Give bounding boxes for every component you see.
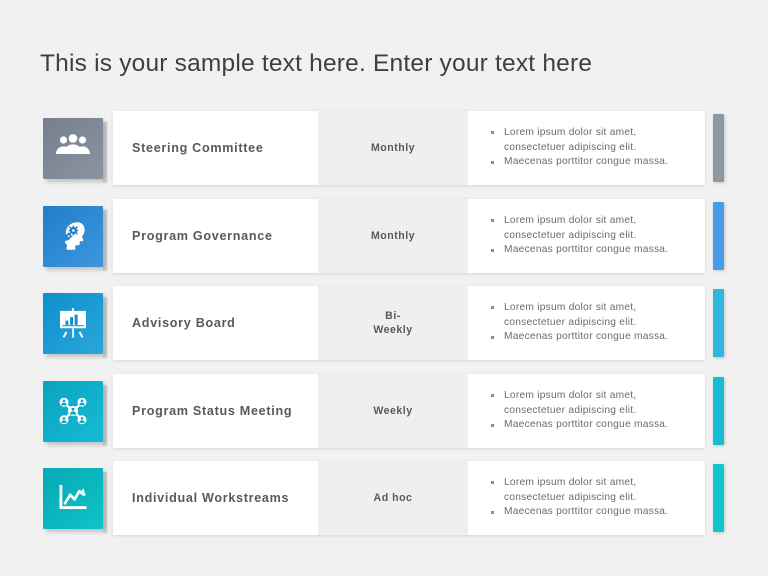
row-bullets-cell[interactable]: Lorem ipsum dolor sit amet, consectetuer… bbox=[468, 286, 705, 360]
row-accent-bar bbox=[713, 202, 724, 270]
page-title: This is your sample text here. Enter you… bbox=[40, 50, 593, 77]
row-name-cell[interactable]: Program Status Meeting bbox=[113, 374, 318, 448]
row-frequency-label: Weekly bbox=[373, 404, 413, 417]
row-name-cell[interactable]: Program Governance bbox=[113, 199, 318, 273]
bullet-item: Lorem ipsum dolor sit amet, consectetuer… bbox=[490, 476, 699, 506]
row-frequency-cell[interactable]: Monthly bbox=[318, 111, 468, 185]
row-panels: Program Status Meeting Weekly Lorem ipsum … bbox=[113, 374, 705, 448]
slide-canvas: This is your sample text here. Enter you… bbox=[0, 0, 768, 576]
row-frequency-label: Monthly bbox=[370, 141, 416, 154]
row-name-label: Steering Committee bbox=[132, 141, 264, 155]
table-row[interactable]: Program Status Meeting Weekly Lorem ipsum … bbox=[0, 374, 768, 448]
row-name-cell[interactable]: Advisory Board bbox=[113, 286, 318, 360]
row-frequency-label: Ad hoc bbox=[373, 491, 413, 504]
row-name-label: Program Governance bbox=[132, 229, 273, 243]
bullet-item: Maecenas porttitor congue massa. bbox=[490, 243, 699, 258]
bullet-item: Maecenas porttitor congue massa. bbox=[490, 418, 699, 433]
presentation-chart-icon bbox=[56, 307, 90, 339]
bullet-list: Lorem ipsum dolor sit amet, consectetuer… bbox=[490, 301, 699, 346]
row-panels: Steering Committee Monthly Lorem ipsum dol… bbox=[113, 111, 705, 185]
row-frequency-cell[interactable]: Bi- Weekly bbox=[318, 286, 468, 360]
table-row[interactable]: Individual Workstreams Ad hoc Lorem ipsum … bbox=[0, 461, 768, 535]
row-frequency-label: Bi- Weekly bbox=[373, 309, 413, 336]
row-panels: Individual Workstreams Ad hoc Lorem ipsum … bbox=[113, 461, 705, 535]
bullet-item: Lorem ipsum dolor sit amet, consectetuer… bbox=[490, 389, 699, 419]
row-name-cell[interactable]: Steering Committee bbox=[113, 111, 318, 185]
row-frequency-cell[interactable]: Monthly bbox=[318, 199, 468, 273]
head-gears-icon bbox=[57, 220, 89, 252]
bullet-item: Maecenas porttitor congue massa. bbox=[490, 330, 699, 345]
row-accent-bar bbox=[713, 377, 724, 445]
row-panels: Program Governance Monthly Lorem ipsum dol… bbox=[113, 199, 705, 273]
row-frequency-cell[interactable]: Weekly bbox=[318, 374, 468, 448]
row-accent-bar bbox=[713, 114, 724, 182]
bullet-item: Lorem ipsum dolor sit amet, consectetuer… bbox=[490, 126, 699, 156]
line-chart-growth-icon bbox=[56, 483, 90, 513]
row-bullets-cell[interactable]: Lorem ipsum dolor sit amet, consectetuer… bbox=[468, 461, 705, 535]
bullet-item: Lorem ipsum dolor sit amet, consectetuer… bbox=[490, 214, 699, 244]
row-icon-tile[interactable] bbox=[43, 380, 107, 446]
row-name-cell[interactable]: Individual Workstreams bbox=[113, 461, 318, 535]
table-row[interactable]: Program Governance Monthly Lorem ipsum dol… bbox=[0, 199, 768, 273]
network-nodes-icon bbox=[56, 394, 90, 428]
row-frequency-label: Monthly bbox=[370, 229, 416, 242]
row-name-label: Individual Workstreams bbox=[132, 491, 290, 505]
bullet-list: Lorem ipsum dolor sit amet, consectetuer… bbox=[490, 214, 699, 259]
row-icon-tile[interactable] bbox=[43, 205, 107, 271]
table-row[interactable]: Steering Committee Monthly Lorem ipsum dol… bbox=[0, 111, 768, 185]
row-bullets-cell[interactable]: Lorem ipsum dolor sit amet, consectetuer… bbox=[468, 199, 705, 273]
bullet-item: Maecenas porttitor congue massa. bbox=[490, 155, 699, 170]
bullet-item: Maecenas porttitor congue massa. bbox=[490, 505, 699, 520]
row-icon-tile[interactable] bbox=[43, 467, 107, 533]
bullet-list: Lorem ipsum dolor sit amet, consectetuer… bbox=[490, 389, 699, 434]
bullet-item: Lorem ipsum dolor sit amet, consectetuer… bbox=[490, 301, 699, 331]
row-icon-tile[interactable] bbox=[43, 117, 107, 183]
row-bullets-cell[interactable]: Lorem ipsum dolor sit amet, consectetuer… bbox=[468, 374, 705, 448]
row-bullets-cell[interactable]: Lorem ipsum dolor sit amet, consectetuer… bbox=[468, 111, 705, 185]
bullet-list: Lorem ipsum dolor sit amet, consectetuer… bbox=[490, 476, 699, 521]
group-people-icon bbox=[55, 133, 91, 163]
row-accent-bar bbox=[713, 289, 724, 357]
row-accent-bar bbox=[713, 464, 724, 532]
row-icon-tile[interactable] bbox=[43, 292, 107, 358]
bullet-list: Lorem ipsum dolor sit amet, consectetuer… bbox=[490, 126, 699, 171]
row-name-label: Program Status Meeting bbox=[132, 404, 293, 418]
row-name-label: Advisory Board bbox=[132, 316, 236, 330]
table-row[interactable]: Advisory Board Bi- Weekly Lorem ipsum dolor… bbox=[0, 286, 768, 360]
row-frequency-cell[interactable]: Ad hoc bbox=[318, 461, 468, 535]
row-panels: Advisory Board Bi- Weekly Lorem ipsum dolor… bbox=[113, 286, 705, 360]
